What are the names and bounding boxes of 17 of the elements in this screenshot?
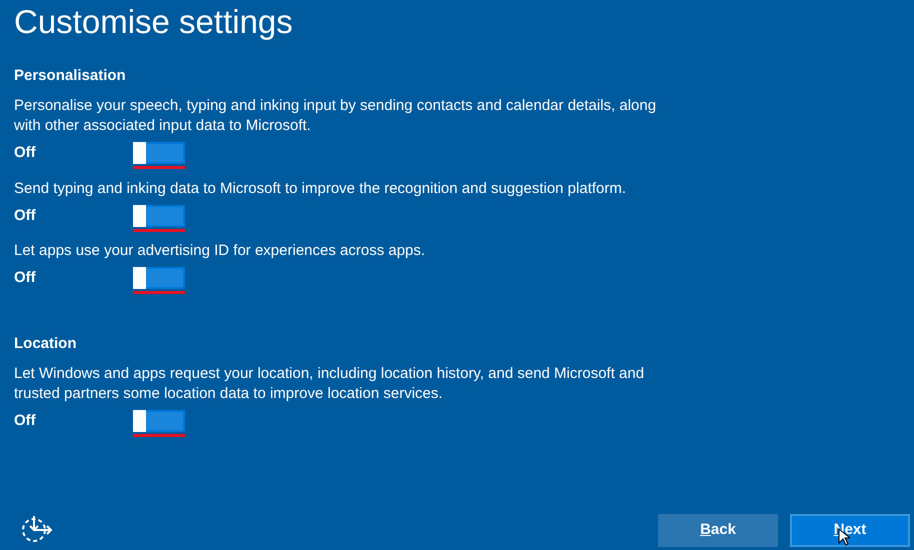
toggle-switch[interactable]: [133, 410, 185, 432]
section-heading: Personalisation: [14, 66, 127, 86]
toggle-state-label: Off: [14, 143, 37, 163]
setting-description: Let apps use your advertising ID for experiences across apps.: [14, 241, 426, 261]
toggle-state-label: Off: [14, 268, 37, 288]
toggle-switch[interactable]: [133, 204, 185, 227]
toggle-switch[interactable]: [133, 142, 185, 164]
toggle-state-label: Off: [14, 206, 37, 226]
page-title: Customise settings: [14, 2, 294, 42]
setting-description: Send typing and inking data to Microsoft to improve the recognition and suggestion platform.: [14, 178, 628, 198]
setting-description: Let Windows and apps request your location, including location history, and send Microsoft and trusted partners some location data to improve location services.: [14, 364, 646, 404]
setting-description: Personalise your speech, typing and inking input by sending contacts and calendar details, along with other associated input data to Microsoft.: [14, 96, 658, 136]
toggle-switch[interactable]: [133, 267, 185, 290]
toggle-state-label: Off: [14, 410, 37, 430]
accessibility-icon[interactable]: [20, 514, 54, 544]
section-heading: Location: [14, 334, 78, 354]
back-button[interactable]: Back: [658, 514, 778, 547]
